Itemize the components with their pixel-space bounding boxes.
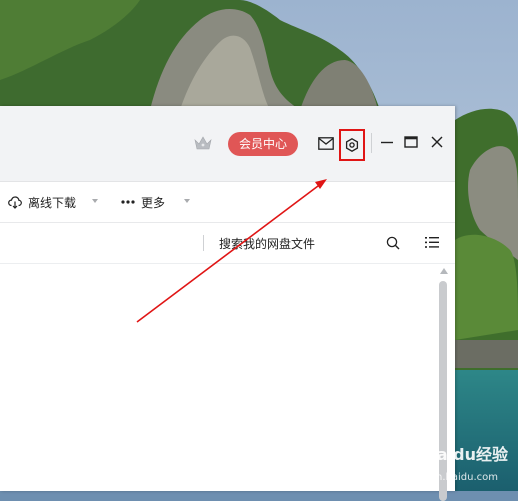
more-dots-icon — [121, 200, 135, 204]
search-bar: 搜索我的网盘文件 — [0, 223, 455, 264]
title-bar: 会员中心 — [0, 106, 455, 182]
netdisk-window: 会员中心 离线下载 更多 搜索我的网盘文件 — [0, 106, 455, 491]
scrollbar-thumb[interactable] — [439, 281, 447, 501]
more-dropdown-caret[interactable] — [184, 199, 190, 203]
vip-center-button[interactable]: 会员中心 — [228, 132, 298, 156]
offline-download-dropdown-caret[interactable] — [92, 199, 98, 203]
crown-icon[interactable] — [194, 135, 212, 151]
baidu-watermark: Baidu经验 — [424, 445, 508, 464]
close-icon[interactable] — [430, 135, 444, 149]
search-input[interactable]: 搜索我的网盘文件 — [219, 235, 315, 252]
maximize-icon[interactable] — [404, 135, 418, 149]
more-button[interactable]: 更多 — [121, 182, 165, 222]
titlebar-separator — [371, 133, 372, 153]
settings-button[interactable] — [339, 129, 365, 161]
search-divider — [203, 235, 204, 251]
cloud-download-icon — [8, 195, 22, 209]
mail-icon[interactable] — [318, 137, 334, 150]
file-list-area[interactable] — [0, 264, 455, 491]
more-label: 更多 — [141, 195, 166, 210]
toolbar: 离线下载 更多 — [0, 182, 455, 223]
baidu-watermark-url: jingyan.baidu.com — [405, 472, 498, 483]
scroll-up-arrow[interactable] — [440, 268, 448, 274]
list-view-icon[interactable] — [425, 236, 439, 249]
search-icon[interactable] — [386, 236, 400, 250]
offline-download-button[interactable]: 离线下载 — [8, 182, 76, 222]
gear-icon — [345, 138, 359, 152]
offline-download-label: 离线下载 — [28, 195, 77, 210]
minimize-icon[interactable] — [380, 135, 394, 149]
